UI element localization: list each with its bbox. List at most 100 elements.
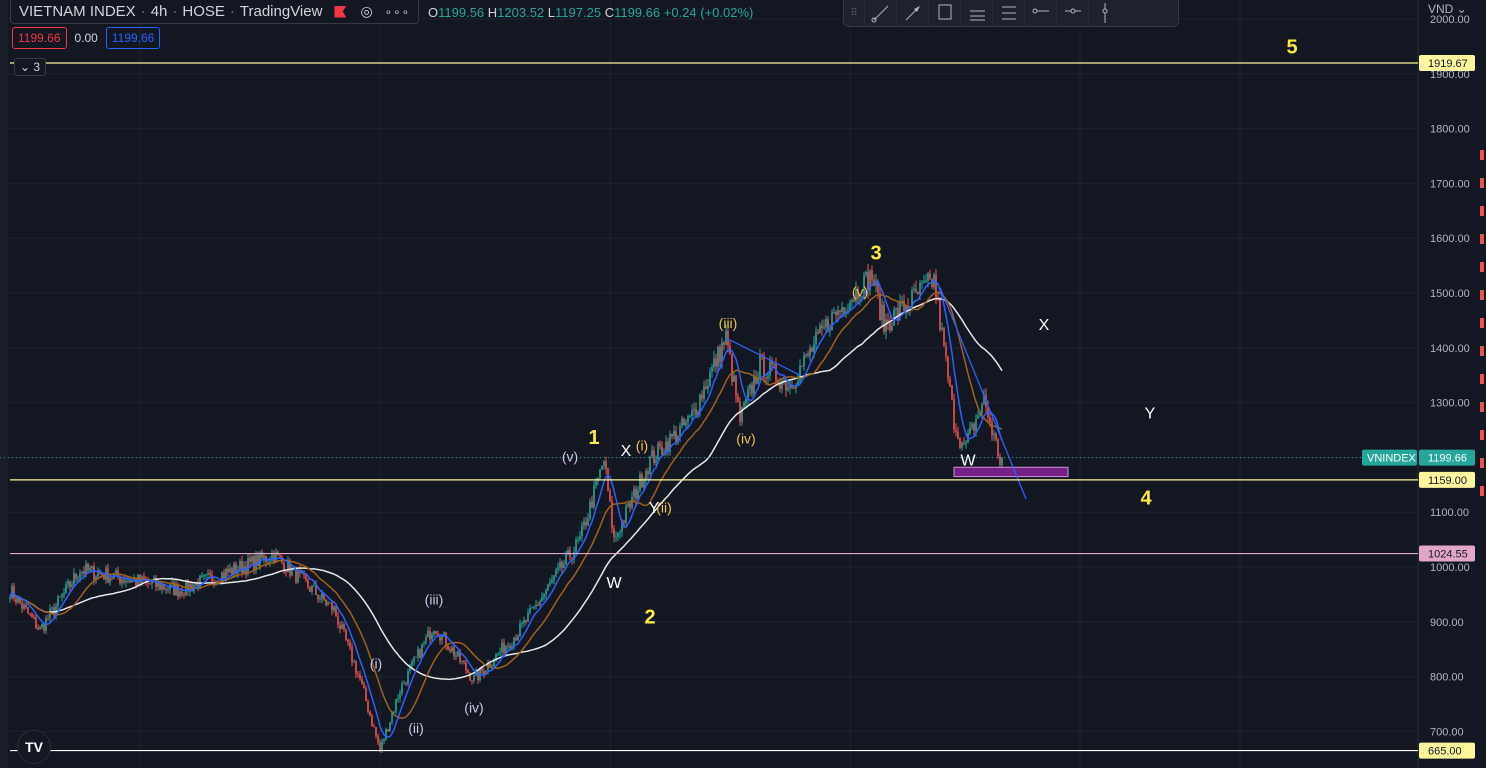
candle <box>865 270 867 278</box>
candle <box>833 307 835 315</box>
candle-body <box>939 299 941 330</box>
candle-body <box>91 566 93 569</box>
candle <box>751 381 753 398</box>
candle-body <box>995 433 997 440</box>
candle-body <box>959 438 961 448</box>
currency-selector[interactable]: VND ⌄ <box>1428 2 1467 16</box>
candle-body <box>627 503 629 507</box>
candle <box>653 446 655 466</box>
candle <box>415 656 417 658</box>
fib-retracement-tool[interactable] <box>960 0 992 26</box>
candle <box>59 596 61 598</box>
candle <box>533 605 535 610</box>
candle-body <box>881 304 883 320</box>
sell-button[interactable]: 1199.66 <box>12 27 67 49</box>
buy-button[interactable]: 1199.66 <box>105 27 161 49</box>
candle <box>499 647 501 657</box>
candle <box>549 578 551 587</box>
candle <box>615 531 617 542</box>
parallel-channel-tool[interactable] <box>992 0 1024 26</box>
candle-body <box>647 471 649 474</box>
candle-body <box>989 417 991 423</box>
trend-line-tool[interactable] <box>864 0 896 26</box>
candle <box>955 423 957 437</box>
candle <box>973 422 975 436</box>
candle <box>825 315 827 332</box>
candle-body <box>833 312 835 314</box>
candle <box>551 574 553 584</box>
candle <box>915 280 917 294</box>
candle-body <box>271 554 273 562</box>
candle-body <box>37 628 39 630</box>
candle <box>109 576 111 586</box>
drag-handle-icon[interactable]: ⠿ <box>844 0 864 26</box>
candle-body <box>787 387 789 391</box>
candle-body <box>493 661 495 667</box>
wave-label: (i) <box>370 656 382 672</box>
tradingview-logo[interactable]: TV <box>17 730 51 764</box>
candle-body <box>41 624 43 627</box>
horizontal-ray-tool[interactable] <box>1024 0 1056 26</box>
more-icon[interactable]: ∘∘∘ <box>385 5 411 19</box>
scroll-marker <box>1480 262 1484 272</box>
candle-body <box>109 577 111 583</box>
arrow-tool[interactable] <box>896 0 928 26</box>
candle-body <box>407 670 409 684</box>
symbol-legend[interactable]: VIETNAM INDEX · 4h · HOSE · TradingView ◎ ∘… <box>10 0 420 24</box>
candle-body <box>879 292 881 320</box>
candle-body <box>593 485 595 508</box>
eye-icon[interactable]: ◎ <box>360 3 372 20</box>
vertical-line-tool[interactable] <box>1088 0 1120 26</box>
collapse-indicators-button[interactable]: ⌄ 3 <box>14 58 47 76</box>
candle-body <box>965 442 967 445</box>
candle-body <box>135 578 137 586</box>
candle-body <box>345 629 347 641</box>
candle-body <box>419 649 421 659</box>
candle-body <box>645 471 647 481</box>
candle-body <box>687 416 689 423</box>
candle <box>645 468 647 486</box>
candle-body <box>551 579 553 583</box>
candle <box>553 575 555 585</box>
rectangle-tool[interactable] <box>928 0 960 26</box>
candle <box>941 322 943 331</box>
candle-body <box>945 346 947 357</box>
candle <box>993 430 995 442</box>
candle-body <box>853 300 855 302</box>
candle-body <box>163 584 165 590</box>
drawing-toolbar: ⠿ <box>843 0 1179 27</box>
candle-body <box>629 503 631 508</box>
candle-body <box>207 573 209 575</box>
price-tick-label: 1100.00 <box>1430 507 1469 519</box>
candle <box>63 587 65 599</box>
flag-icon[interactable] <box>334 5 347 18</box>
price-chart[interactable]: 700.00800.00900.001000.001100.001200.001… <box>0 0 1486 768</box>
candle-body <box>333 606 335 611</box>
candle-body <box>57 596 59 606</box>
candle-body <box>39 626 41 630</box>
candle-body <box>297 570 299 583</box>
candle <box>801 365 803 367</box>
candle-body <box>259 552 261 567</box>
candle-body <box>695 408 697 415</box>
candle-body <box>183 594 185 596</box>
candle <box>329 602 331 604</box>
candle-body <box>445 632 447 646</box>
candle <box>353 659 355 663</box>
candle-body <box>465 662 467 671</box>
candle-body <box>97 572 99 577</box>
candle <box>31 612 33 618</box>
candle-body <box>929 273 931 279</box>
candle <box>435 630 437 635</box>
candle <box>913 283 915 293</box>
candle-body <box>885 319 887 332</box>
candle <box>547 583 549 592</box>
horizontal-line-tool[interactable] <box>1056 0 1088 26</box>
candle <box>147 576 149 589</box>
candle <box>233 561 235 579</box>
candle-body <box>81 571 83 574</box>
candle-body <box>977 415 979 419</box>
candle-body <box>587 518 589 526</box>
candle-body <box>315 585 317 595</box>
candle <box>701 390 703 402</box>
